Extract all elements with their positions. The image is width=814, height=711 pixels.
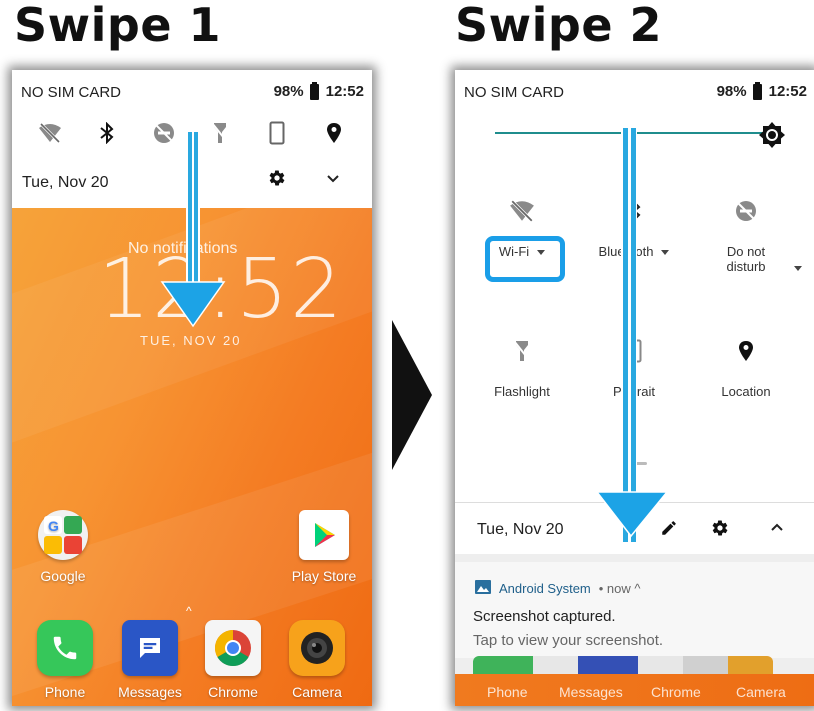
next-step-arrow-icon: [392, 320, 432, 470]
swipe-down-arrow: [595, 128, 669, 544]
swipe-down-arrow: [160, 132, 226, 328]
phone-screen-swipe-1: No notifications 12:52 TUE, NOV 20 G Goo…: [12, 70, 372, 706]
swipe-2-heading: Swipe 2: [455, 0, 663, 52]
swipe-1-heading: Swipe 1: [14, 0, 222, 52]
phone-screen-swipe-2: NO SIM CARD 98% 12:52 Wi-Fi Bluetooth Do…: [455, 70, 814, 706]
